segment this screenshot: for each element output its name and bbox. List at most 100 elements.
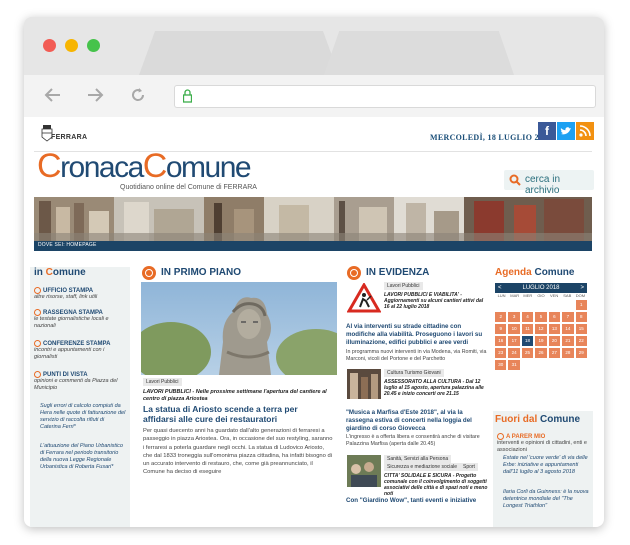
calendar-next-button[interactable]: > — [580, 283, 584, 293]
calendar-day[interactable]: 25 — [521, 348, 534, 358]
calendar-day[interactable]: 15 — [575, 324, 587, 334]
calendar-month-label: LUGLIO 2018 — [522, 285, 560, 291]
close-window-button[interactable] — [43, 39, 56, 52]
sidebar-item-conferenze-stampa[interactable]: CONFERENZE STAMPA incontri e appuntament… — [34, 340, 128, 361]
calendar-day[interactable]: 11 — [521, 324, 534, 334]
fuori-parere[interactable]: A PARER MIO interventi e opinioni di cit… — [497, 433, 591, 454]
calendar-day[interactable]: 8 — [575, 312, 587, 322]
current-date: MERCOLEDÌ, 18 LUGLIO 2018 — [430, 133, 552, 142]
calendar-month-header: < LUGLIO 2018 > — [495, 283, 587, 293]
calendar-day[interactable]: 1 — [575, 300, 587, 310]
primo-piano-kicker: LAVORI PUBBLICI - Nelle prossime settima… — [143, 389, 327, 402]
calendar-day[interactable]: 23 — [495, 348, 507, 358]
reload-icon[interactable] — [130, 87, 146, 106]
browser-toolbar — [24, 75, 604, 118]
calendar-day[interactable]: 12 — [535, 324, 547, 334]
section-bullet-icon — [347, 266, 361, 280]
calendar-day[interactable]: 26 — [535, 348, 547, 358]
archive-search-button[interactable]: cerca in archivio — [504, 170, 594, 196]
maximize-window-button[interactable] — [87, 39, 100, 52]
fuori-link[interactable]: Ilaria Corli da Guinness: è la nuova det… — [503, 489, 591, 510]
calendar-day[interactable]: 14 — [562, 324, 574, 334]
calendar-empty-cell — [576, 360, 587, 370]
sidebar-item-rassegna-stampa[interactable]: RASSEGNA STAMPA le testate giornalistich… — [34, 309, 128, 330]
section-bullet-icon — [142, 266, 156, 280]
breadcrumb: DOVE SEI: HOMEPAGE — [34, 241, 592, 251]
agenda-heading: Agenda Comune — [495, 267, 575, 278]
calendar-day[interactable]: 4 — [521, 312, 534, 322]
calendar-prev-button[interactable]: < — [498, 283, 502, 293]
comune-logo-text: FERRARA — [51, 134, 88, 141]
sidebar: in Comune UFFICIO STAMPA altre risorse, … — [30, 267, 130, 527]
evidenza-heading: IN EVIDENZA — [366, 267, 430, 278]
minimize-window-button[interactable] — [65, 39, 78, 52]
top-bar: FERRARA MERCOLEDÌ, 18 LUGLIO 2018 f — [34, 117, 594, 152]
facebook-icon[interactable]: f — [538, 122, 556, 140]
sidebar-link[interactable]: Sugli errori di calcolo compiuti da Hera… — [40, 403, 126, 431]
calendar-day[interactable]: 7 — [562, 312, 574, 322]
fuori-link[interactable]: Estate nel 'cuore verde' di via delle Er… — [503, 455, 591, 476]
calendar-empty-cell — [549, 300, 560, 310]
calendar-day[interactable]: 5 — [535, 312, 547, 322]
calendar-empty-cell — [562, 360, 573, 370]
sidebar-link[interactable]: L'attuazione del Piano Urbanistico di Fe… — [40, 443, 126, 471]
calendar-day[interactable]: 13 — [548, 324, 561, 334]
calendar-empty-cell — [535, 360, 546, 370]
primo-piano-title[interactable]: La statua di Ariosto scende a terra per … — [143, 404, 333, 424]
calendar-day[interactable]: 2 — [495, 312, 507, 322]
browser-tab[interactable] — [324, 31, 514, 75]
rss-icon[interactable] — [576, 122, 594, 140]
fuori-heading: Fuori dal Comune — [495, 414, 581, 425]
calendar-day[interactable]: 16 — [495, 336, 507, 346]
site-logo[interactable]: CronacaComune — [37, 149, 252, 185]
browser-window: FERRARA MERCOLEDÌ, 18 LUGLIO 2018 f Cron… — [24, 17, 604, 527]
calendar-day[interactable]: 22 — [575, 336, 587, 346]
calendar-day[interactable]: 29 — [575, 348, 587, 358]
category-tag[interactable]: Lavori Pubblici — [143, 378, 182, 386]
browser-tab[interactable] — [139, 31, 339, 75]
masthead: CronacaComune Quotidiano online del Comu… — [34, 149, 594, 196]
back-arrow-icon[interactable] — [44, 87, 62, 106]
calendar-empty-cell — [508, 300, 519, 310]
garden-event-photo — [347, 455, 381, 487]
road-works-sign-icon — [347, 283, 381, 313]
forward-arrow-icon[interactable] — [86, 87, 104, 106]
calendar-day[interactable]: 21 — [562, 336, 574, 346]
calendar-weekdays: LUN MAR MER GIO VEN SAB DOM — [497, 293, 586, 298]
primo-piano-body: Per quasi duecento anni ha guardato dall… — [143, 428, 333, 476]
sidebar-title: in Comune — [34, 267, 86, 278]
sidebar-item-punti-di-vista[interactable]: PUNTI DI VISTA opinioni e commenti da Pi… — [34, 371, 128, 392]
site-tagline: Quotidiano online del Comune di FERRARA — [120, 184, 257, 191]
calendar-day[interactable]: 20 — [548, 336, 561, 346]
calendar-day[interactable]: 27 — [548, 348, 561, 358]
calendar-empty-cell — [549, 360, 560, 370]
calendar-day[interactable]: 24 — [508, 348, 520, 358]
concert-photo — [347, 369, 381, 399]
lock-icon — [183, 89, 192, 103]
twitter-icon[interactable] — [557, 122, 575, 140]
calendar-empty-cell — [535, 300, 546, 310]
calendar-empty-cell — [562, 300, 573, 310]
calendar-grid: 1 2 3 4 5 6 7 8 9 10 11 12 13 14 15 16 17 18 19 20 21 22 23 24 2… — [495, 300, 587, 370]
sidebar-item-ufficio-stampa[interactable]: UFFICIO STAMPA altre risorse, staff, lin… — [34, 287, 128, 301]
title-bar — [24, 17, 604, 75]
calendar-empty-cell — [495, 300, 506, 310]
calendar-day[interactable]: 6 — [548, 312, 561, 322]
calendar-day[interactable]: 31 — [508, 360, 520, 370]
primo-piano-heading: IN PRIMO PIANO — [161, 267, 242, 278]
calendar-day[interactable]: 30 — [495, 360, 507, 370]
calendar-day[interactable]: 3 — [508, 312, 520, 322]
calendar-day[interactable]: 17 — [508, 336, 520, 346]
address-bar[interactable] — [174, 85, 596, 108]
calendar-day[interactable]: 10 — [508, 324, 520, 334]
search-icon — [509, 174, 521, 186]
calendar-empty-cell — [522, 360, 533, 370]
web-page: FERRARA MERCOLEDÌ, 18 LUGLIO 2018 f Cron… — [24, 117, 604, 527]
agenda-calendar: < LUGLIO 2018 > LUN MAR MER GIO VEN SAB DOM 12… — [495, 283, 587, 370]
ariosto-statue-photo[interactable] — [141, 282, 337, 375]
calendar-day[interactable]: 18 — [521, 336, 534, 346]
calendar-day[interactable]: 19 — [535, 336, 547, 346]
city-photo-banner — [34, 197, 592, 241]
calendar-day[interactable]: 9 — [495, 324, 507, 334]
calendar-day[interactable]: 28 — [562, 348, 574, 358]
